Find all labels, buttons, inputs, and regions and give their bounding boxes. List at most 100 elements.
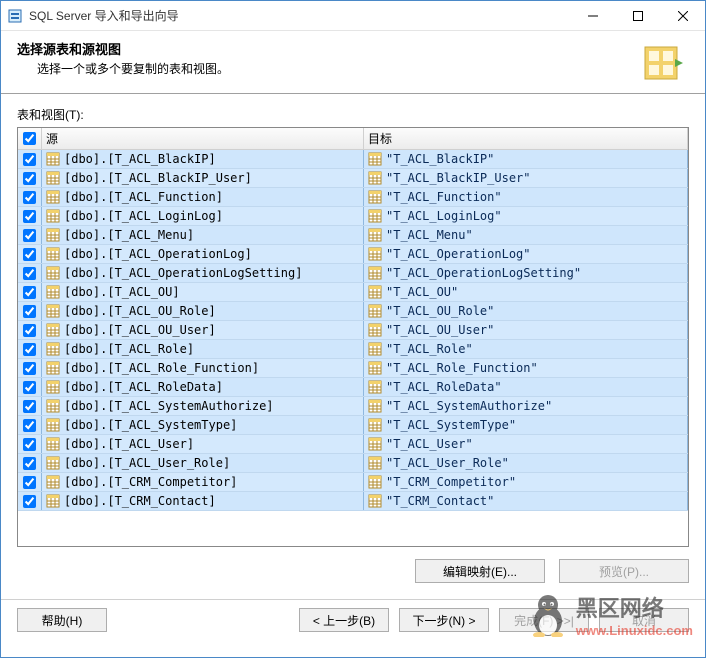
- table-row[interactable]: [dbo].[T_ACL_OperationLog]"T_ACL_Operati…: [18, 245, 688, 264]
- row-checkbox[interactable]: [23, 419, 36, 432]
- row-checkbox-cell[interactable]: [18, 378, 42, 396]
- row-source[interactable]: [dbo].[T_ACL_BlackIP_User]: [42, 169, 364, 187]
- row-target[interactable]: "T_ACL_SystemAuthorize": [364, 397, 688, 415]
- row-checkbox[interactable]: [23, 267, 36, 280]
- row-source[interactable]: [dbo].[T_ACL_OperationLog]: [42, 245, 364, 263]
- table-row[interactable]: [dbo].[T_ACL_BlackIP]"T_ACL_BlackIP": [18, 150, 688, 169]
- row-checkbox-cell[interactable]: [18, 321, 42, 339]
- next-button[interactable]: 下一步(N) >: [399, 608, 489, 632]
- row-target[interactable]: "T_ACL_BlackIP_User": [364, 169, 688, 187]
- row-target[interactable]: "T_ACL_RoleData": [364, 378, 688, 396]
- row-source[interactable]: [dbo].[T_ACL_SystemType]: [42, 416, 364, 434]
- row-target[interactable]: "T_ACL_Menu": [364, 226, 688, 244]
- row-target[interactable]: "T_ACL_Role_Function": [364, 359, 688, 377]
- row-checkbox[interactable]: [23, 324, 36, 337]
- row-checkbox-cell[interactable]: [18, 169, 42, 187]
- row-checkbox[interactable]: [23, 400, 36, 413]
- header-checkbox-cell[interactable]: [18, 128, 42, 149]
- row-checkbox[interactable]: [23, 495, 36, 508]
- row-checkbox-cell[interactable]: [18, 207, 42, 225]
- row-checkbox[interactable]: [23, 191, 36, 204]
- row-checkbox[interactable]: [23, 438, 36, 451]
- edit-mapping-button[interactable]: 编辑映射(E)...: [415, 559, 545, 583]
- table-row[interactable]: [dbo].[T_ACL_SystemType]"T_ACL_SystemTyp…: [18, 416, 688, 435]
- row-checkbox[interactable]: [23, 362, 36, 375]
- row-checkbox-cell[interactable]: [18, 492, 42, 510]
- row-target[interactable]: "T_CRM_Competitor": [364, 473, 688, 491]
- table-row[interactable]: [dbo].[T_ACL_User]"T_ACL_User": [18, 435, 688, 454]
- row-source[interactable]: [dbo].[T_ACL_Menu]: [42, 226, 364, 244]
- col-header-source[interactable]: 源: [42, 128, 364, 149]
- row-source[interactable]: [dbo].[T_CRM_Competitor]: [42, 473, 364, 491]
- row-source[interactable]: [dbo].[T_CRM_Contact]: [42, 492, 364, 510]
- row-checkbox[interactable]: [23, 476, 36, 489]
- table-row[interactable]: [dbo].[T_CRM_Contact]"T_CRM_Contact": [18, 492, 688, 511]
- row-target[interactable]: "T_ACL_User_Role": [364, 454, 688, 472]
- row-checkbox-cell[interactable]: [18, 150, 42, 168]
- row-source[interactable]: [dbo].[T_ACL_Role]: [42, 340, 364, 358]
- row-target[interactable]: "T_CRM_Contact": [364, 492, 688, 510]
- table-row[interactable]: [dbo].[T_ACL_User_Role]"T_ACL_User_Role": [18, 454, 688, 473]
- maximize-button[interactable]: [615, 1, 660, 30]
- row-source[interactable]: [dbo].[T_ACL_User]: [42, 435, 364, 453]
- table-row[interactable]: [dbo].[T_ACL_SystemAuthorize]"T_ACL_Syst…: [18, 397, 688, 416]
- row-target[interactable]: "T_ACL_OperationLog": [364, 245, 688, 263]
- row-source[interactable]: [dbo].[T_ACL_Function]: [42, 188, 364, 206]
- row-checkbox[interactable]: [23, 343, 36, 356]
- col-header-target[interactable]: 目标: [364, 128, 688, 149]
- row-checkbox-cell[interactable]: [18, 359, 42, 377]
- row-source[interactable]: [dbo].[T_ACL_OU]: [42, 283, 364, 301]
- row-target[interactable]: "T_ACL_User": [364, 435, 688, 453]
- row-checkbox[interactable]: [23, 172, 36, 185]
- table-row[interactable]: [dbo].[T_ACL_OperationLogSetting]"T_ACL_…: [18, 264, 688, 283]
- row-checkbox-cell[interactable]: [18, 416, 42, 434]
- row-target[interactable]: "T_ACL_Function": [364, 188, 688, 206]
- row-checkbox[interactable]: [23, 153, 36, 166]
- row-checkbox[interactable]: [23, 210, 36, 223]
- row-checkbox-cell[interactable]: [18, 340, 42, 358]
- select-all-checkbox[interactable]: [23, 132, 36, 145]
- row-target[interactable]: "T_ACL_Role": [364, 340, 688, 358]
- back-button[interactable]: < 上一步(B): [299, 608, 389, 632]
- row-source[interactable]: [dbo].[T_ACL_RoleData]: [42, 378, 364, 396]
- table-row[interactable]: [dbo].[T_CRM_Competitor]"T_CRM_Competito…: [18, 473, 688, 492]
- row-source[interactable]: [dbo].[T_ACL_BlackIP]: [42, 150, 364, 168]
- row-checkbox-cell[interactable]: [18, 473, 42, 491]
- table-row[interactable]: [dbo].[T_ACL_RoleData]"T_ACL_RoleData": [18, 378, 688, 397]
- row-checkbox[interactable]: [23, 229, 36, 242]
- row-checkbox-cell[interactable]: [18, 397, 42, 415]
- row-checkbox-cell[interactable]: [18, 264, 42, 282]
- table-row[interactable]: [dbo].[T_ACL_Function]"T_ACL_Function": [18, 188, 688, 207]
- row-target[interactable]: "T_ACL_SystemType": [364, 416, 688, 434]
- row-checkbox[interactable]: [23, 457, 36, 470]
- row-checkbox-cell[interactable]: [18, 188, 42, 206]
- table-row[interactable]: [dbo].[T_ACL_Menu]"T_ACL_Menu": [18, 226, 688, 245]
- row-source[interactable]: [dbo].[T_ACL_Role_Function]: [42, 359, 364, 377]
- row-checkbox[interactable]: [23, 248, 36, 261]
- table-row[interactable]: [dbo].[T_ACL_Role_Function]"T_ACL_Role_F…: [18, 359, 688, 378]
- row-source[interactable]: [dbo].[T_ACL_SystemAuthorize]: [42, 397, 364, 415]
- row-checkbox-cell[interactable]: [18, 245, 42, 263]
- grid-body[interactable]: [dbo].[T_ACL_BlackIP]"T_ACL_BlackIP"[dbo…: [18, 150, 688, 546]
- row-checkbox-cell[interactable]: [18, 454, 42, 472]
- table-row[interactable]: [dbo].[T_ACL_OU_User]"T_ACL_OU_User": [18, 321, 688, 340]
- row-source[interactable]: [dbo].[T_ACL_User_Role]: [42, 454, 364, 472]
- row-target[interactable]: "T_ACL_OU_User": [364, 321, 688, 339]
- row-source[interactable]: [dbo].[T_ACL_LoginLog]: [42, 207, 364, 225]
- row-checkbox-cell[interactable]: [18, 302, 42, 320]
- table-row[interactable]: [dbo].[T_ACL_LoginLog]"T_ACL_LoginLog": [18, 207, 688, 226]
- row-checkbox-cell[interactable]: [18, 435, 42, 453]
- row-checkbox[interactable]: [23, 286, 36, 299]
- row-source[interactable]: [dbo].[T_ACL_OperationLogSetting]: [42, 264, 364, 282]
- row-checkbox[interactable]: [23, 381, 36, 394]
- table-row[interactable]: [dbo].[T_ACL_OU]"T_ACL_OU": [18, 283, 688, 302]
- table-row[interactable]: [dbo].[T_ACL_Role]"T_ACL_Role": [18, 340, 688, 359]
- row-target[interactable]: "T_ACL_OU_Role": [364, 302, 688, 320]
- help-button[interactable]: 帮助(H): [17, 608, 107, 632]
- row-target[interactable]: "T_ACL_OperationLogSetting": [364, 264, 688, 282]
- row-source[interactable]: [dbo].[T_ACL_OU_Role]: [42, 302, 364, 320]
- row-target[interactable]: "T_ACL_BlackIP": [364, 150, 688, 168]
- close-button[interactable]: [660, 1, 705, 30]
- minimize-button[interactable]: [570, 1, 615, 30]
- table-row[interactable]: [dbo].[T_ACL_OU_Role]"T_ACL_OU_Role": [18, 302, 688, 321]
